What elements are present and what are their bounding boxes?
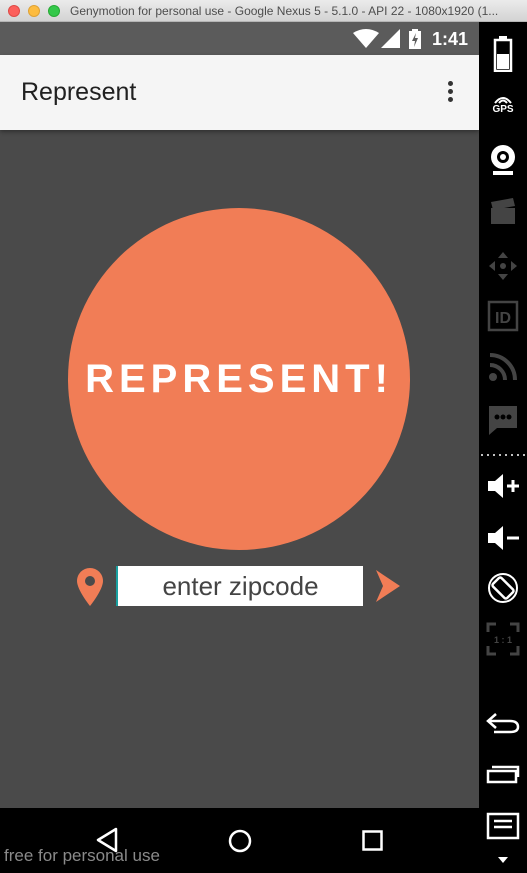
battery-charging-icon bbox=[409, 29, 421, 49]
pixel-perfect-label: 1 : 1 bbox=[494, 635, 512, 645]
battery-icon[interactable] bbox=[479, 36, 527, 72]
home-icon[interactable] bbox=[228, 829, 252, 853]
watermark-text: free for personal use bbox=[4, 846, 160, 865]
chevron-right-icon[interactable] bbox=[374, 568, 402, 604]
sms-icon[interactable] bbox=[479, 404, 527, 436]
volume-up-icon[interactable] bbox=[479, 472, 527, 500]
zipcode-input[interactable] bbox=[116, 566, 363, 606]
gps-label: GPS bbox=[492, 104, 514, 115]
app-bar: Represent bbox=[0, 55, 479, 130]
menu-icon[interactable] bbox=[479, 812, 527, 840]
identifiers-icon[interactable]: ID bbox=[479, 300, 527, 332]
id-label: ID bbox=[495, 310, 511, 327]
scroll-down-icon[interactable] bbox=[479, 856, 527, 864]
location-pin-icon bbox=[77, 568, 103, 606]
rotate-icon[interactable] bbox=[479, 572, 527, 604]
remote-control-icon[interactable] bbox=[479, 250, 527, 282]
toolbar-divider bbox=[479, 454, 527, 456]
window-close-button[interactable] bbox=[8, 5, 20, 17]
network-icon[interactable] bbox=[479, 352, 527, 382]
gps-icon[interactable]: GPS bbox=[479, 94, 527, 115]
logo-text: REPRESENT! bbox=[85, 357, 393, 401]
represent-logo-circle: REPRESENT! bbox=[68, 208, 410, 550]
back-icon[interactable] bbox=[479, 712, 527, 734]
device-screen: 1:41 Represent REPRESENT! bbox=[0, 22, 479, 873]
screencast-icon[interactable] bbox=[479, 198, 527, 226]
pixel-perfect-icon[interactable]: 1 : 1 bbox=[479, 622, 527, 656]
window-title: Genymotion for personal use - Google Nex… bbox=[70, 4, 499, 18]
window-titlebar: Genymotion for personal use - Google Nex… bbox=[0, 0, 527, 22]
emulator-toolbar: GPS ID 1 : 1 bbox=[479, 22, 527, 873]
more-vert-icon[interactable] bbox=[440, 79, 460, 107]
recents-icon[interactable] bbox=[362, 830, 383, 851]
recent-apps-icon[interactable] bbox=[479, 762, 527, 784]
app-title: Represent bbox=[21, 78, 137, 106]
wifi-icon bbox=[353, 29, 379, 48]
status-bar: 1:41 bbox=[0, 22, 479, 55]
window-maximize-button[interactable] bbox=[48, 5, 60, 17]
status-time: 1:41 bbox=[432, 29, 469, 49]
signal-icon bbox=[381, 29, 400, 48]
window-minimize-button[interactable] bbox=[28, 5, 40, 17]
webcam-icon[interactable] bbox=[479, 144, 527, 176]
volume-down-icon[interactable] bbox=[479, 524, 527, 552]
